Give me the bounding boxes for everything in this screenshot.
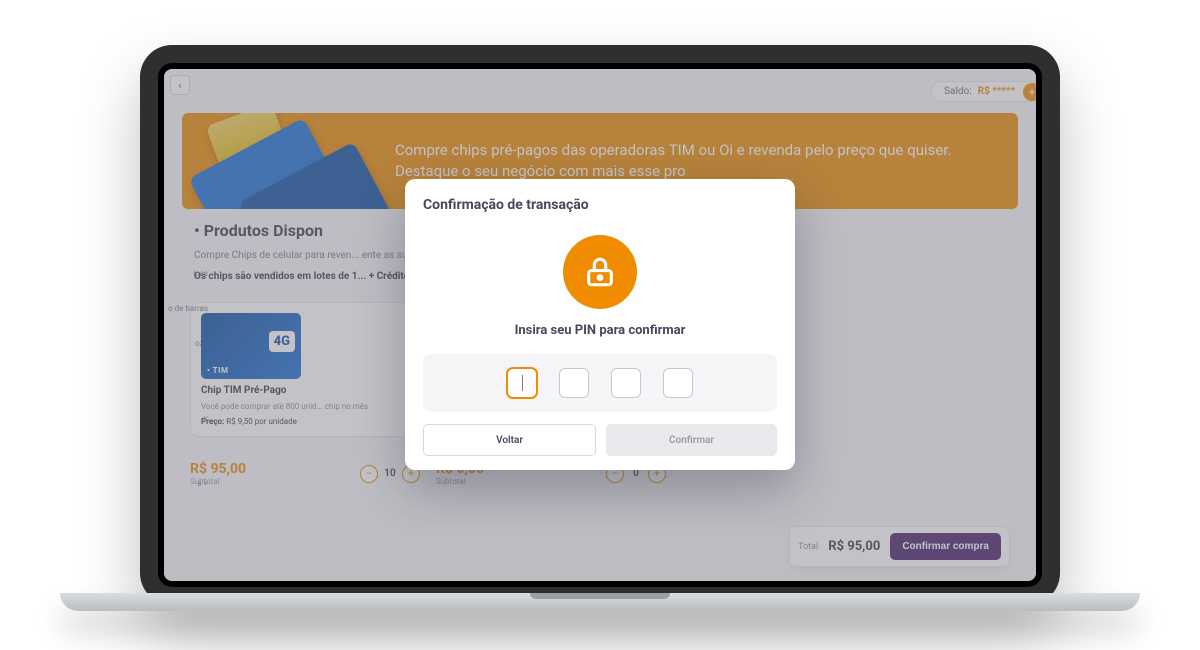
pin-digit-4[interactable]	[663, 368, 693, 398]
pin-modal: Confirmação de transação Insira seu PIN …	[405, 179, 795, 470]
laptop-base	[60, 593, 1140, 611]
modal-back-button[interactable]: Voltar	[423, 424, 596, 456]
modal-title: Confirmação de transação	[423, 197, 777, 213]
pin-input-row	[423, 354, 777, 412]
pin-digit-3[interactable]	[611, 368, 641, 398]
pin-digit-1[interactable]	[507, 368, 537, 398]
modal-subtitle: Insira seu PIN para confirmar	[423, 323, 777, 338]
screen: ‹ Saldo: R$ ***** + Compre chips pr	[164, 69, 1036, 581]
pin-digit-2[interactable]	[559, 368, 589, 398]
modal-confirm-button[interactable]: Confirmar	[606, 424, 777, 456]
lock-icon	[563, 235, 637, 309]
laptop-frame: ‹ Saldo: R$ ***** + Compre chips pr	[140, 45, 1060, 605]
